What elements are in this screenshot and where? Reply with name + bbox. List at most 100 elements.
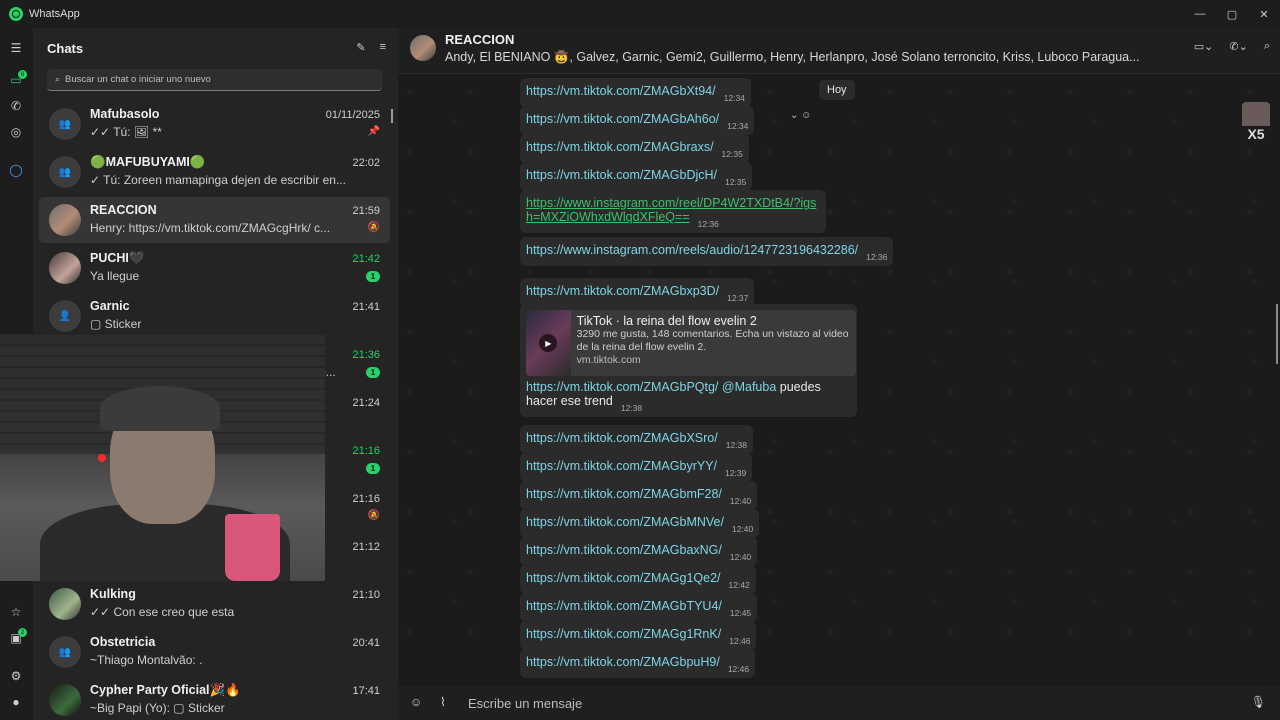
- message-bubble[interactable]: https://vm.tiktok.com/ZMAGbTYU4/12:45: [520, 593, 758, 622]
- message-bubble[interactable]: https://vm.tiktok.com/ZMAGbaxNG/12:40: [520, 537, 758, 566]
- group-avatar[interactable]: [410, 35, 436, 61]
- meta-ai-icon[interactable]: ◯: [8, 162, 24, 178]
- message-bubble[interactable]: https://vm.tiktok.com/ZMAGbxp3D/12:37: [520, 278, 755, 307]
- message-bubble[interactable]: https://vm.tiktok.com/ZMAGbDjcH/12:35: [520, 162, 753, 191]
- search-input[interactable]: ⌕ Buscar un chat o iniciar uno nuevo: [47, 69, 382, 91]
- message-time: 12:34: [723, 93, 745, 103]
- window-controls: — ▢ ✕: [1184, 0, 1280, 28]
- message-bubble[interactable]: https://vm.tiktok.com/ZMAGbmF28/12:40: [520, 481, 758, 510]
- message-bubble[interactable]: https://vm.tiktok.com/ZMAGbAh6o/12:34: [520, 106, 755, 135]
- avatar: [49, 252, 81, 284]
- message-link[interactable]: https://vm.tiktok.com/ZMAGbTYU4/: [526, 599, 722, 613]
- webcam-person-cap: [100, 386, 220, 431]
- message-bubble[interactable]: https://vm.tiktok.com/ZMAGbpuH9/12:46: [520, 649, 756, 678]
- chat-name: Mafubasolo: [90, 107, 160, 121]
- chevron-down-icon[interactable]: ⌄: [790, 110, 798, 121]
- message-link[interactable]: https://vm.tiktok.com/ZMAGbAh6o/: [526, 112, 719, 126]
- emoji-react-icon[interactable]: ☺: [801, 110, 811, 121]
- chat-preview: ~Thiago Montalvão: .: [90, 653, 203, 667]
- new-chat-icon[interactable]: ✎: [356, 41, 365, 54]
- message-input[interactable]: [468, 692, 1228, 714]
- unread-badge: 1: [366, 367, 380, 378]
- chat-time: 21:41: [352, 301, 380, 313]
- message-link[interactable]: https://vm.tiktok.com/ZMAGbraxs/: [526, 140, 714, 154]
- maximize-icon[interactable]: ▢: [1216, 0, 1248, 28]
- calls-icon[interactable]: ✆: [8, 98, 24, 114]
- conversation-header[interactable]: REACCION Andy, El BENIANO 🤠, Galvez, Gar…: [398, 28, 1280, 74]
- message-link[interactable]: https://vm.tiktok.com/ZMAGbXSro/: [526, 431, 718, 445]
- chat-list-title: Chats: [47, 41, 84, 56]
- voice-call-icon[interactable]: ✆⌄: [1229, 40, 1247, 53]
- avatar: [49, 588, 81, 620]
- message-link[interactable]: https://vm.tiktok.com/ZMAGbDjcH/: [526, 168, 717, 182]
- message-bubble[interactable]: https://www.instagram.com/reels/audio/12…: [520, 237, 894, 266]
- avatar: [49, 684, 81, 716]
- chat-row-active[interactable]: REACCION 21:59 Henry: https://vm.tiktok.…: [39, 197, 390, 243]
- chat-time: 22:02: [352, 157, 380, 169]
- minimize-icon[interactable]: —: [1184, 0, 1216, 28]
- message-bubble[interactable]: https://vm.tiktok.com/ZMAGbXSro/12:38: [520, 425, 753, 454]
- webcam-overlay: [0, 334, 325, 581]
- chat-row[interactable]: 👥 🟢MAFUBUYAMI🟢 22:02 ✓ Tú: Zoreen mamapi…: [39, 149, 390, 195]
- message-link[interactable]: https://vm.tiktok.com/ZMAGbPQtg/: [526, 380, 718, 394]
- message-time: 12:35: [725, 177, 747, 187]
- chat-row[interactable]: Cypher Party Oficial🎉🔥 17:41 ~Big Papi (…: [39, 677, 390, 720]
- link-preview-card[interactable]: ▶ TikTok · la reina del flow evelin 2 32…: [526, 310, 856, 376]
- microphone-icon[interactable]: 🎙: [1251, 695, 1266, 709]
- message-time: 12:39: [725, 468, 747, 478]
- chat-time: 21:10: [352, 589, 380, 601]
- chat-name: PUCHI🖤: [90, 251, 145, 265]
- starred-icon[interactable]: ☆: [8, 604, 24, 620]
- chat-name: REACCION: [90, 203, 157, 217]
- chat-name: Cypher Party Oficial🎉🔥: [90, 683, 241, 697]
- message-link[interactable]: https://vm.tiktok.com/ZMAGbXt94/: [526, 84, 716, 98]
- message-link[interactable]: https://vm.tiktok.com/ZMAGbmF28/: [526, 487, 722, 501]
- message-bubble[interactable]: https://vm.tiktok.com/ZMAGbMNVe/12:40: [520, 509, 760, 538]
- attach-icon[interactable]: ⌇: [440, 695, 446, 709]
- message-link[interactable]: https://vm.tiktok.com/ZMAGg1Qe2/: [526, 571, 721, 585]
- chat-row[interactable]: 👤 Garnic 21:41 ▢ Sticker: [39, 293, 390, 339]
- search-icon[interactable]: ⌕: [1264, 40, 1270, 53]
- chat-row[interactable]: 👥 Mafubasolo 01/11/2025 ✓✓ Tú: 🖼 ** 📌: [39, 101, 390, 147]
- message-bubble[interactable]: https://vm.tiktok.com/ZMAGbXt94/12:34: [520, 78, 751, 107]
- message-bubble[interactable]: https://www.instagram.com/reel/DP4W2TXDt…: [520, 190, 826, 233]
- message-list[interactable]: Hoy ⌄ ☺ X5 https://vm.tiktok.com/ZMAGbXt…: [398, 74, 1280, 678]
- message-link[interactable]: https://vm.tiktok.com/ZMAGbyrYY/: [526, 459, 717, 473]
- menu-icon[interactable]: ☰: [8, 40, 24, 56]
- message-time: 12:35: [721, 149, 743, 159]
- video-call-icon[interactable]: ▭⌄: [1194, 40, 1214, 53]
- message-link[interactable]: https://vm.tiktok.com/ZMAGbxp3D/: [526, 284, 719, 298]
- message-scrollbar[interactable]: [1276, 304, 1278, 364]
- chat-preview: ✓ Tú: Zoreen mamapinga dejen de escribir…: [90, 173, 346, 187]
- chat-time: 20:41: [352, 637, 380, 649]
- message-bubble[interactable]: https://vm.tiktok.com/ZMAGg1Qe2/12:42: [520, 565, 756, 594]
- mention[interactable]: @Mafuba: [722, 380, 776, 394]
- message-bubble[interactable]: https://vm.tiktok.com/ZMAGg1RnK/12:46: [520, 621, 757, 650]
- video-thumbnail[interactable]: ▶: [526, 310, 571, 376]
- message-time: 12:46: [727, 664, 750, 674]
- chat-row[interactable]: 👥 Obstetricia 20:41 ~Thiago Montalvão: .: [39, 629, 390, 675]
- settings-icon[interactable]: ⚙: [8, 668, 24, 684]
- message-link[interactable]: https://vm.tiktok.com/ZMAGg1RnK/: [526, 627, 721, 641]
- chat-list-scrollbar[interactable]: [391, 109, 393, 123]
- message-bubble[interactable]: https://vm.tiktok.com/ZMAGbyrYY/12:39: [520, 453, 753, 482]
- message-bubble[interactable]: https://vm.tiktok.com/ZMAGbraxs/12:35: [520, 134, 749, 163]
- chat-row[interactable]: PUCHI🖤 21:42 Ya llegue 1: [39, 245, 390, 291]
- close-icon[interactable]: ✕: [1248, 0, 1280, 28]
- chat-name: Kulking: [90, 587, 136, 601]
- message-link[interactable]: https://vm.tiktok.com/ZMAGbpuH9/: [526, 655, 720, 669]
- message-link[interactable]: https://www.instagram.com/reels/audio/12…: [526, 243, 858, 257]
- status-icon[interactable]: ◎: [8, 124, 24, 140]
- message-link[interactable]: https://www.instagram.com/reel/DP4W2TXDt…: [526, 196, 816, 224]
- preview-domain: vm.tiktok.com: [576, 354, 641, 367]
- chat-row[interactable]: Kulking 21:10 ✓✓ Con ese creo que esta: [39, 581, 390, 627]
- search-placeholder: Buscar un chat o iniciar uno nuevo: [65, 74, 211, 85]
- message-link[interactable]: https://vm.tiktok.com/ZMAGbMNVe/: [526, 515, 724, 529]
- filter-icon[interactable]: ≡: [380, 41, 386, 54]
- message-bubble-with-preview[interactable]: ▶ TikTok · la reina del flow evelin 2 32…: [520, 304, 857, 417]
- emoji-icon[interactable]: ☺: [410, 695, 422, 709]
- message-link[interactable]: https://vm.tiktok.com/ZMAGbaxNG/: [526, 543, 722, 557]
- conversation-tools: ▭⌄ ✆⌄ ⌕: [1194, 40, 1270, 53]
- profile-icon[interactable]: ●: [8, 694, 24, 710]
- chat-preview: Henry: https://vm.tiktok.com/ZMAGcgHrk/ …: [90, 221, 331, 235]
